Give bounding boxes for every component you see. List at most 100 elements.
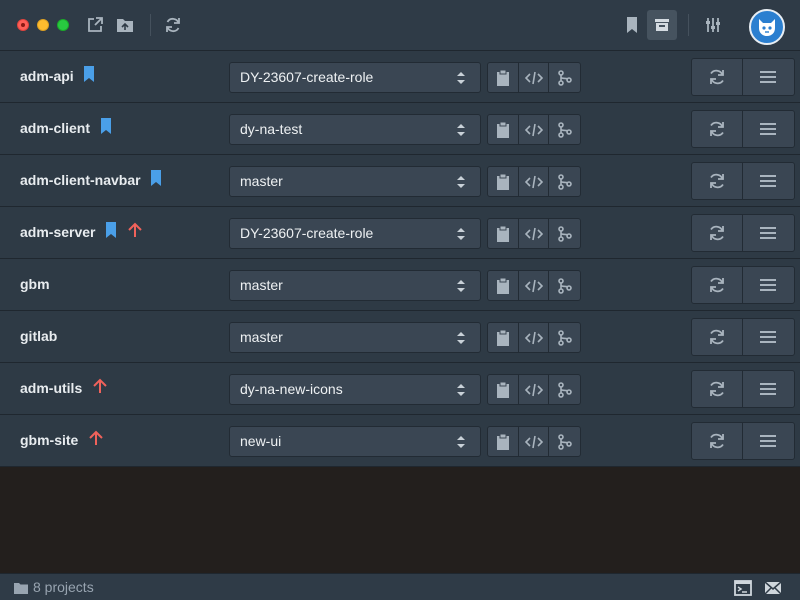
clipboard-button[interactable] [488, 427, 519, 456]
arrow-up-icon [128, 222, 142, 243]
git-fork-button[interactable] [549, 219, 580, 248]
project-badges [101, 103, 111, 154]
sync-button[interactable] [692, 215, 743, 251]
clipboard-icon [496, 69, 509, 86]
sync-icon [709, 277, 724, 293]
git-fork-button[interactable] [549, 323, 580, 352]
menu-button[interactable] [743, 111, 794, 147]
github-account-button[interactable] [749, 9, 785, 45]
clipboard-button[interactable] [488, 375, 519, 404]
git-fork-button[interactable] [549, 167, 580, 196]
project-actions-group [691, 370, 795, 408]
clipboard-button[interactable] [488, 323, 519, 352]
sync-button[interactable] [692, 111, 743, 147]
project-row[interactable]: adm-api DY-23607-create-role [0, 51, 800, 103]
project-badges [106, 207, 142, 258]
branch-name: new-ui [240, 433, 282, 449]
branch-select[interactable]: DY-23607-create-role [229, 218, 481, 249]
branch-select[interactable]: DY-23607-create-role [229, 62, 481, 93]
code-button[interactable] [519, 115, 550, 144]
clipboard-button[interactable] [488, 219, 519, 248]
sync-icon [709, 329, 724, 345]
git-fork-button[interactable] [549, 271, 580, 300]
clipboard-button[interactable] [488, 115, 519, 144]
code-icon [524, 279, 543, 292]
menu-button[interactable] [743, 423, 794, 459]
project-row[interactable]: adm-server DY-23607-create-role [0, 207, 800, 259]
refresh-icon[interactable] [162, 14, 184, 36]
sync-button[interactable] [692, 59, 743, 95]
sync-button[interactable] [692, 371, 743, 407]
git-fork-button[interactable] [549, 115, 580, 144]
project-tools-group [487, 322, 581, 353]
menu-icon [760, 435, 777, 447]
menu-icon [760, 331, 777, 343]
branch-name: master [240, 173, 283, 189]
git-fork-button[interactable] [549, 63, 580, 92]
clipboard-button[interactable] [488, 167, 519, 196]
close-window-button[interactable] [17, 19, 29, 31]
branch-select[interactable]: dy-na-test [229, 114, 481, 145]
branch-select[interactable]: new-ui [229, 426, 481, 457]
clipboard-icon [496, 433, 509, 450]
branch-select[interactable]: master [229, 270, 481, 301]
code-button[interactable] [519, 323, 550, 352]
sync-button[interactable] [692, 267, 743, 303]
code-button[interactable] [519, 167, 550, 196]
project-row[interactable]: adm-client dy-na-test [0, 103, 800, 155]
sliders-icon[interactable] [702, 14, 724, 36]
project-name: adm-server [20, 224, 96, 240]
project-row[interactable]: gitlab master [0, 311, 800, 363]
code-icon [524, 383, 543, 396]
code-icon [524, 175, 543, 188]
status-bar: 8 projects [0, 573, 800, 600]
project-name: adm-api [20, 68, 74, 84]
bookmark-icon [106, 222, 116, 243]
sync-button[interactable] [692, 423, 743, 459]
project-row[interactable]: gbm master [0, 259, 800, 311]
project-tools-group [487, 374, 581, 405]
minimize-window-button[interactable] [37, 19, 49, 31]
menu-icon [760, 227, 777, 239]
sync-button[interactable] [692, 163, 743, 199]
code-button[interactable] [519, 427, 550, 456]
git-fork-icon [557, 69, 572, 86]
menu-button[interactable] [743, 319, 794, 355]
open-external-icon[interactable] [84, 14, 106, 36]
sync-icon [709, 225, 724, 241]
code-button[interactable] [519, 271, 550, 300]
clipboard-icon [496, 329, 509, 346]
archive-icon[interactable] [651, 14, 673, 36]
clipboard-button[interactable] [488, 63, 519, 92]
zoom-window-button[interactable] [57, 19, 69, 31]
project-row[interactable]: adm-client-navbar master [0, 155, 800, 207]
branch-select[interactable]: dy-na-new-icons [229, 374, 481, 405]
code-button[interactable] [519, 63, 550, 92]
code-icon [524, 331, 543, 344]
branch-name: DY-23607-create-role [240, 225, 374, 241]
clipboard-button[interactable] [488, 271, 519, 300]
project-row[interactable]: gbm-site new-ui [0, 415, 800, 467]
sync-button[interactable] [692, 319, 743, 355]
git-fork-button[interactable] [549, 427, 580, 456]
project-tools-group [487, 218, 581, 249]
terminal-icon[interactable] [734, 580, 752, 600]
mail-icon[interactable] [764, 580, 782, 600]
menu-button[interactable] [743, 371, 794, 407]
git-fork-button[interactable] [549, 375, 580, 404]
branch-select[interactable]: master [229, 166, 481, 197]
menu-button[interactable] [743, 59, 794, 95]
project-tools-group [487, 166, 581, 197]
menu-button[interactable] [743, 267, 794, 303]
project-actions-group [691, 214, 795, 252]
bookmark-icon[interactable] [621, 14, 643, 36]
code-button[interactable] [519, 219, 550, 248]
project-row[interactable]: adm-utils dy-na-new-icons [0, 363, 800, 415]
code-button[interactable] [519, 375, 550, 404]
sync-icon [709, 381, 724, 397]
branch-select[interactable]: master [229, 322, 481, 353]
open-folder-icon[interactable] [114, 14, 136, 36]
menu-button[interactable] [743, 163, 794, 199]
menu-button[interactable] [743, 215, 794, 251]
clipboard-icon [496, 381, 509, 398]
